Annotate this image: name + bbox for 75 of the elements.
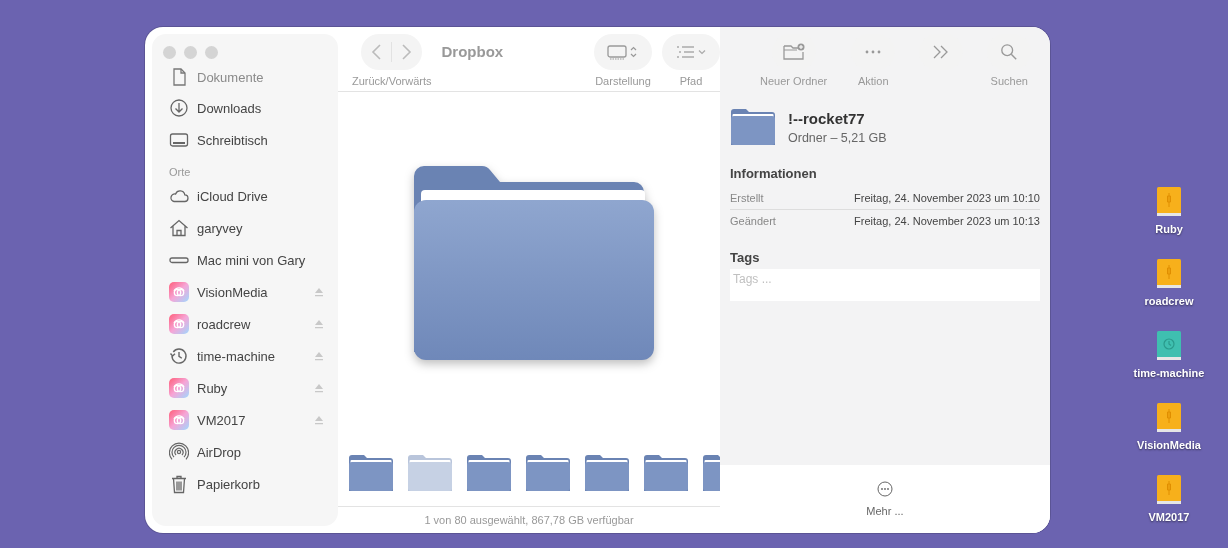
drive-icon[interactable]: [1157, 187, 1181, 217]
sidebar-item[interactable]: Schreibtisch: [169, 124, 324, 156]
back-forward-control[interactable]: [361, 34, 423, 70]
folder-thumbnail[interactable]: [407, 454, 453, 492]
toolbar-label: Pfad: [679, 75, 703, 87]
section-heading: Informationen: [730, 166, 818, 181]
download-icon: [169, 98, 189, 118]
close-button[interactable]: [163, 45, 176, 59]
sidebar-item[interactable]: garyvey: [169, 212, 324, 244]
sidebar-item[interactable]: Downloads: [169, 92, 324, 124]
back-chevron-icon[interactable]: [371, 42, 384, 62]
sidebar-item[interactable]: Papierkorb: [169, 468, 324, 500]
section-heading: Tags: [730, 250, 761, 265]
clock-arrow-icon: [169, 346, 189, 366]
eject-icon[interactable]: [314, 287, 324, 297]
info-value: Freitag, 24. November 2023 um 10:10: [854, 192, 1040, 204]
drive-icon[interactable]: [1157, 403, 1181, 433]
section-heading: Orte: [169, 166, 192, 178]
minimize-button[interactable]: [184, 45, 197, 59]
sidebar-item[interactable]: Ruby: [169, 372, 324, 404]
toolbar-button[interactable]: [594, 34, 652, 70]
search-icon: [1000, 43, 1019, 61]
toolbar-label: Suchen: [990, 75, 1028, 87]
file-name: !--rocket77: [788, 109, 866, 127]
eject-icon[interactable]: [314, 383, 324, 393]
volume-icon: [169, 282, 189, 302]
toolbar-label: Zurück/Vorwärts: [352, 75, 432, 87]
folder-icon: [730, 108, 776, 146]
sidebar-item[interactable]: VisionMedia: [169, 276, 324, 308]
desktop-icon-label[interactable]: VM2017: [1148, 511, 1190, 523]
airdrop-icon: [169, 442, 189, 462]
window-title: Dropbox: [441, 43, 504, 60]
new-folder-icon: [781, 42, 806, 62]
info-label: Erstellt: [730, 192, 764, 204]
eject-icon[interactable]: [314, 351, 324, 361]
info-label: Geändert: [730, 215, 776, 227]
tags-field[interactable]: Tags ...: [730, 269, 1040, 301]
folder-thumbnail[interactable]: [466, 454, 512, 492]
desktop-icon-label[interactable]: VisionMedia: [1137, 439, 1201, 451]
desktop-icon-label[interactable]: Ruby: [1155, 223, 1183, 235]
toolbar-label: Aktion: [857, 75, 889, 87]
info-value: Freitag, 24. November 2023 um 10:13: [854, 215, 1040, 227]
sidebar-item[interactable]: VM2017: [169, 404, 324, 436]
toolbar-label: Darstellung: [595, 75, 651, 87]
list-icon: [674, 43, 708, 61]
folder-thumbnail[interactable]: [348, 454, 394, 492]
clock-drive-icon[interactable]: [1157, 331, 1181, 361]
house-icon: [169, 218, 189, 238]
volume-icon: [169, 314, 189, 334]
forward-chevron-icon[interactable]: [400, 42, 413, 62]
file-kind-size: Ordner – 5,21 GB: [788, 130, 887, 145]
folder-thumbnail[interactable]: [643, 454, 689, 492]
sidebar-item[interactable]: AirDrop: [169, 436, 324, 468]
status-bar-text: 1 von 80 ausgewählt, 867,78 GB verfügbar: [338, 506, 720, 533]
sidebar-item[interactable]: time-machine: [169, 340, 324, 372]
ellipsis-circle-icon[interactable]: [877, 481, 893, 497]
folder-thumbnail[interactable]: [584, 454, 630, 492]
eject-icon[interactable]: [314, 415, 324, 425]
folder-thumbnail[interactable]: [525, 454, 571, 492]
drive-icon[interactable]: [1157, 259, 1181, 289]
desktop-icon: [169, 130, 189, 150]
toolbar-label: Neuer Ordner: [760, 75, 828, 87]
desktop-icon-label[interactable]: time-machine: [1133, 367, 1205, 379]
trash-icon: [169, 474, 189, 494]
volume-icon: [169, 378, 189, 398]
zoom-button[interactable]: [205, 45, 218, 59]
volume-icon: [169, 410, 189, 430]
sidebar-item[interactable]: roadcrew: [169, 308, 324, 340]
eject-icon[interactable]: [314, 319, 324, 329]
sidebar-item[interactable]: iCloud Drive: [169, 180, 324, 212]
more-link[interactable]: Mehr ...: [866, 505, 904, 517]
toolbar-button[interactable]: [662, 34, 720, 70]
sidebar-item[interactable]: Mac mini von Gary: [169, 244, 324, 276]
drive-icon[interactable]: [1157, 475, 1181, 505]
desktop-icon-label[interactable]: roadcrew: [1144, 295, 1194, 307]
